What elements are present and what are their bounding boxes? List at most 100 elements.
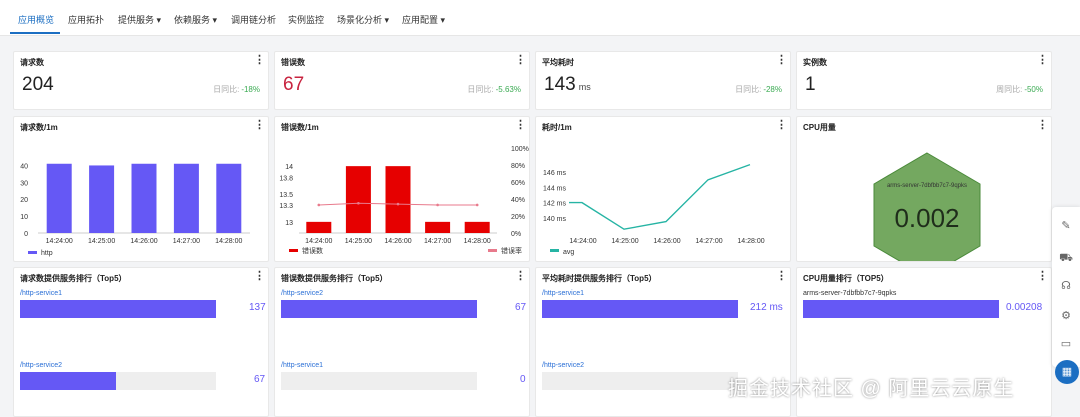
chart-card-cpu: CPU用量 ⋮ arms-server-7dbfbb7c7-9qpks 0.00… [796,116,1052,262]
rank-fill [281,300,477,318]
rank-item[interactable]: /http-service1 137 [20,290,266,318]
y2-tick-label: 100% [511,146,529,153]
error-bar [306,221,332,233]
chart-card-latency: 耗时/1m ⋮ 140 ms 142 ms 144 ms 146 ms 14:24:00… [535,116,791,262]
cart-icon[interactable]: ⛟ [1059,251,1073,265]
settings-icon[interactable]: ⚙ [1059,309,1073,323]
more-menu-icon[interactable]: ⋮ [254,270,265,282]
rank-label[interactable]: /http-service1 [281,362,523,369]
rank-label[interactable]: /http-service2 [542,362,784,369]
tab-provided-services[interactable]: 提供服务 ▾ [118,13,161,26]
x-tick-label: 14:25:00 [611,238,638,245]
stat-compare: 日同比: -5.63% [467,84,521,95]
y-tick-label: 0 [24,231,28,238]
feedback-icon[interactable]: ▭ [1059,337,1073,351]
bar [46,163,72,233]
stat-card-requests: 请求数 ⋮ 204 日同比: -18% [13,51,269,110]
rank-value: 137 [249,302,266,313]
legend-label: 错误数 [302,246,323,255]
error-bar [425,221,451,233]
tab-scenario-analysis[interactable]: 场景化分析 ▾ [337,13,389,26]
stat-value: 67 [283,74,307,96]
tab-app-topology[interactable]: 应用拓扑 [68,13,104,26]
card-title: CPU用量排行（TOP5） [803,274,889,283]
x-tick-label: 14:25:00 [345,238,372,245]
y2-tick-label: 0% [511,231,521,238]
rank-card-errors: 错误数提供服务排行（Top5） ⋮ /http-service2 67 /htt… [274,267,530,417]
y-tick-label: 142 ms [543,201,566,208]
rank-label[interactable]: arms-server-7dbfbb7c7-9qpks [803,290,1045,297]
card-title: 实例数 [803,58,827,67]
stat-card-errors: 错误数 ⋮ 67 日同比: -5.63% [274,51,530,110]
tab-instance-monitor[interactable]: 实例监控 [288,13,324,26]
rank-label[interactable]: /http-service2 [281,290,523,297]
card-title: 请求数提供服务排行（Top5） [20,274,127,283]
compare-label: 周同比: [996,85,1023,94]
bar [131,163,157,233]
rank-item[interactable]: /http-service2 [542,362,784,390]
more-menu-icon[interactable]: ⋮ [1037,54,1048,66]
tab-app-overview[interactable]: 应用概览 [18,13,54,26]
legend-label: http [41,250,53,257]
tab-dependent-services[interactable]: 依赖服务 ▾ [174,13,217,26]
x-tick-label: 14:25:00 [88,238,115,245]
more-menu-icon[interactable]: ⋮ [776,54,787,66]
more-menu-icon[interactable]: ⋮ [515,54,526,66]
legend-swatch [28,251,37,254]
tab-app-config[interactable]: 应用配置 ▾ [402,13,445,26]
legend-swatch [488,249,497,252]
rank-value: 0.00208 [1006,302,1043,313]
stat-value: 143 ms [544,74,591,96]
stat-compare: 日同比: -28% [735,84,782,95]
y2-tick-label: 20% [511,214,525,221]
cpu-hexagon: arms-server-7dbfbb7c7-9qpks 0.002 [873,152,981,261]
error-rate-point [396,202,400,206]
rank-fill [20,372,117,390]
x-tick-label: 14:28:00 [737,238,764,245]
rank-item[interactable]: arms-server-7dbfbb7c7-9qpks 0.00208 [803,290,1045,318]
stat-value: 1 [805,74,819,96]
more-menu-icon[interactable]: ⋮ [515,270,526,282]
y-tick-label: 20 [20,197,28,204]
cpu-host-label: arms-server-7dbfbb7c7-9qpks [887,183,967,189]
compare-pct: -18% [241,85,260,94]
rank-item[interactable]: /http-service1 212 ms [542,290,784,318]
more-menu-icon[interactable]: ⋮ [776,270,787,282]
compare-label: 日同比: [467,85,494,94]
headset-icon[interactable]: ☊ [1059,279,1073,293]
x-tick-label: 14:24:00 [46,238,73,245]
card-title: 请求数 [20,58,44,67]
y2-tick-label: 80% [511,163,525,170]
legend-swatch [289,249,298,252]
more-menu-icon[interactable]: ⋮ [1037,270,1048,282]
rank-label[interactable]: /http-service1 [20,290,262,297]
stat-compare: 周同比: -50% [996,84,1043,95]
y-tick-label: 40 [20,163,28,170]
rank-track [542,372,738,390]
x-tick-label: 14:26:00 [130,238,157,245]
rank-label[interactable]: /http-service1 [542,290,784,297]
card-title: 平均耗时提供服务排行（Top5） [542,274,657,283]
chart-card-errors: 错误数/1m ⋮ 13 13.3 13.5 13.8 14 0% 20% 40% 60% 80% 1… [274,116,530,262]
rank-item[interactable]: /http-service2 67 [281,290,526,318]
rank-label[interactable]: /http-service2 [20,362,262,369]
active-tab-indicator [10,32,60,34]
rank-item[interactable]: /http-service2 67 [20,362,265,390]
rank-value: 67 [254,374,266,385]
x-tick-label: 14:28:00 [215,238,242,245]
watermark: 掘金技术社区 @ 阿里云云原生 [728,378,1015,400]
cpu-value: 0.002 [894,203,959,233]
stat-number: 67 [283,74,305,95]
rank-item[interactable]: /http-service1 0 [281,362,526,390]
y2-tick-label: 40% [511,197,525,204]
apps-grid-icon[interactable]: ▦ [1055,360,1079,384]
tab-trace-analysis[interactable]: 调用链分析 [231,13,276,26]
legend-label: 错误率 [501,246,522,255]
y-tick-label: 10 [20,214,28,221]
edit-icon[interactable]: ✎ [1059,219,1073,233]
legend-label: avg [563,249,574,256]
compare-pct: -28% [763,85,782,94]
more-menu-icon[interactable]: ⋮ [254,54,265,66]
compare-label: 日同比: [213,85,240,94]
compare-pct: -5.63% [495,85,521,94]
